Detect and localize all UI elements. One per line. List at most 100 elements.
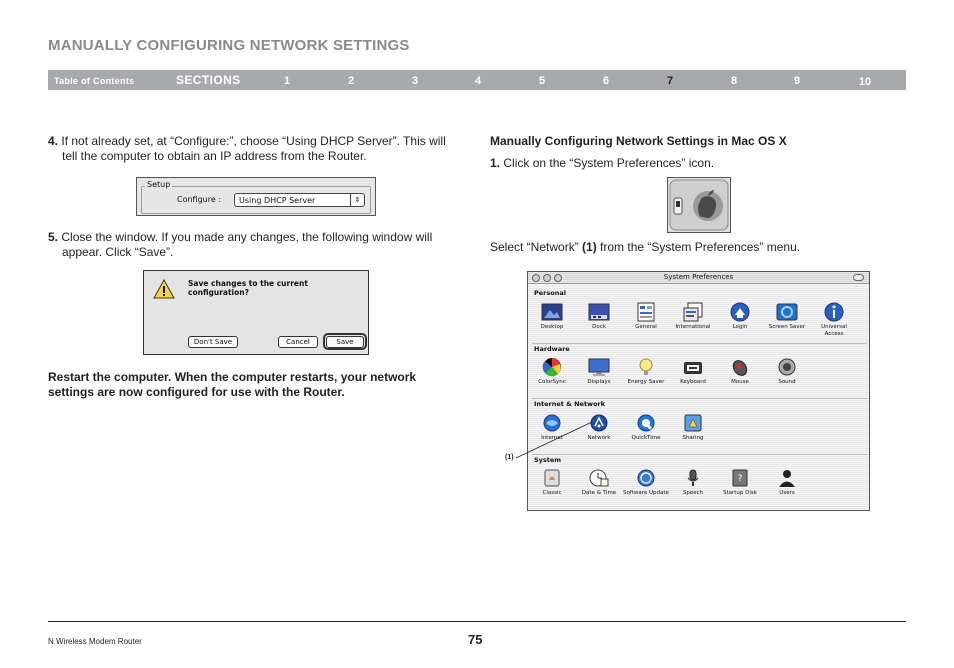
pref-screen-saver[interactable]: Screen Saver [764,302,810,331]
configure-popup-menu[interactable]: Using DHCP Server ⇕ [234,193,365,207]
desktop-icon [541,303,563,321]
nav-section-1[interactable]: 1 [277,75,297,87]
macosx-section-heading: Manually Configuring Network Settings in… [490,134,787,148]
footer-rule [48,621,906,622]
pref-classic[interactable]: Classic [529,468,575,497]
pref-label: Sound [778,379,796,385]
nav-section-5[interactable]: 5 [532,75,552,87]
nav-section-3[interactable]: 3 [405,75,425,87]
sound-icon [778,358,796,376]
step-4-text: If not already set, at “Configure:”, cho… [61,134,446,163]
window-title: System Preferences [663,273,734,281]
nav-section-8[interactable]: 8 [724,75,744,87]
international-icon [683,302,703,322]
configure-popup-value: Using DHCP Server [239,196,316,205]
pref-label: QuickTime [631,435,661,441]
pref-mouse[interactable]: Mouse [717,357,763,386]
footer-product-name: N Wireless Modem Router [48,637,142,646]
step-5-text: Close the window. If you made any change… [61,230,433,259]
pref-displays[interactable]: Displays [576,357,622,386]
system-preferences-window: System Preferences Personal Desktop Dock… [527,271,870,511]
energy-saver-icon [639,358,653,375]
classic-icon [544,469,560,487]
system-preferences-icon-screenshot [667,177,731,233]
section-divider [532,343,867,344]
pref-quicktime[interactable]: QuickTime [623,413,669,442]
general-icon [637,302,655,322]
pref-software-update[interactable]: Software Update [623,468,669,497]
pref-sound[interactable]: Sound [764,357,810,386]
popup-arrows-icon: ⇕ [350,194,364,206]
page-number: 75 [468,632,483,647]
toolbar-toggle-icon[interactable] [853,274,864,281]
pref-sharing[interactable]: Sharing [670,413,716,442]
date-time-icon [589,469,609,487]
step-1-number: 1. [490,156,501,170]
pref-label: Speech [682,490,704,496]
section-divider [532,398,867,399]
pref-label: ColorSync [538,379,566,385]
nav-sections-label: SECTIONS [176,73,241,87]
pref-desktop[interactable]: Desktop [529,302,575,331]
preferences-grid: Personal Desktop Dock General Internatio… [528,285,869,510]
quicktime-icon [637,414,655,432]
pref-label: Dock [592,324,606,330]
step-5-number: 5. [48,230,59,244]
system-preferences-icon[interactable] [668,178,730,232]
dont-save-button[interactable]: Don't Save [188,336,238,348]
select-network-text-post: from the “System Preferences” menu. [596,240,801,254]
select-network-paragraph: Select “Network” (1) from the “System Pr… [490,240,906,255]
restart-note: Restart the computer. When the computer … [48,370,417,399]
pref-date-time[interactable]: Date & Time [576,468,622,497]
pref-startup-disk[interactable]: ? Startup Disk [717,468,763,497]
pref-speech[interactable]: Speech [670,468,716,497]
section-hardware-label: Hardware [534,345,570,353]
select-network-callout: (1) [582,240,597,254]
dialog-message: Save changes to the current configuratio… [188,279,308,297]
pref-general[interactable]: General [623,302,669,331]
pref-universal-access[interactable]: Universal Access [811,302,857,338]
universal-access-icon [824,302,844,322]
pref-login[interactable]: Login [717,302,763,331]
section-internet-network-label: Internet & Network [534,400,606,408]
nav-table-of-contents-link[interactable]: Table of Contents [54,76,134,86]
pref-colorsync[interactable]: ColorSync [529,357,575,386]
nav-section-2[interactable]: 2 [341,75,361,87]
callout-line [515,421,593,459]
configure-label: Configure : [177,195,222,204]
pref-label: Keyboard [680,379,706,385]
step-1-text: Click on the “System Preferences” icon. [503,156,715,170]
save-button[interactable]: Save [326,336,364,348]
pref-label: Sharing [682,435,704,441]
section-nav-bar: Table of Contents SECTIONS 1 2 3 4 5 6 7… [48,70,906,90]
displays-icon [588,358,610,376]
pref-label: Screen Saver [768,324,806,330]
pref-label: Universal Access [821,324,847,337]
pref-label: Displays [587,379,611,385]
nav-section-4[interactable]: 4 [468,75,488,87]
save-changes-dialog: Save changes to the current configuratio… [143,270,369,355]
colorsync-icon [542,358,561,377]
step-5-paragraph: 5. Close the window. If you made any cha… [48,230,464,259]
nav-section-6[interactable]: 6 [596,75,616,87]
window-titlebar[interactable]: System Preferences [528,272,869,284]
pref-label: Software Update [623,490,669,496]
setup-screenshot: Setup Configure : Using DHCP Server ⇕ [136,177,376,216]
cancel-button[interactable]: Cancel [278,336,318,348]
screen-saver-icon [776,303,798,321]
pref-dock[interactable]: Dock [576,302,622,331]
nav-section-7[interactable]: 7 [660,75,680,87]
startup-disk-icon: ? [732,469,748,487]
pref-label: General [635,324,657,330]
pref-users[interactable]: Users [764,468,810,497]
step-4-number: 4. [48,134,59,148]
pref-keyboard[interactable]: Keyboard [670,357,716,386]
pref-label: Date & Time [581,490,617,496]
section-personal-label: Personal [534,289,566,297]
nav-section-10[interactable]: 10 [855,76,875,88]
warning-icon [153,279,175,299]
pref-international[interactable]: International [670,302,716,331]
nav-section-9[interactable]: 9 [787,75,807,87]
keyboard-icon [684,362,702,374]
pref-energy-saver[interactable]: Energy Saver [623,357,669,386]
